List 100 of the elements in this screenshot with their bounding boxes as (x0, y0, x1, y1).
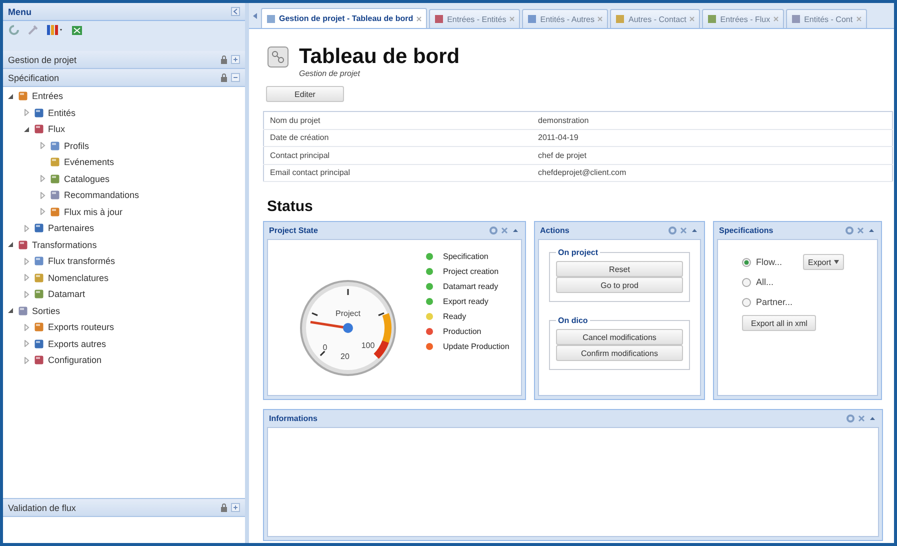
tab[interactable]: Entrées - Flux (702, 9, 784, 28)
collapsed-arrow-icon[interactable] (23, 340, 30, 348)
tree-item[interactable]: Flux mis à jour (64, 206, 123, 217)
close-icon[interactable] (500, 226, 509, 235)
portlet-title: Project State (269, 226, 318, 235)
field-label: Email contact principal (264, 164, 532, 182)
status-label: Project creation (443, 267, 499, 276)
node-icon (49, 206, 61, 218)
settings-icon[interactable] (668, 226, 677, 235)
radio-label: Flow... (756, 257, 782, 267)
tree-item[interactable]: Catalogues (64, 174, 110, 184)
expanded-arrow-icon[interactable] (7, 92, 14, 100)
radio-button[interactable] (742, 278, 751, 286)
expanded-arrow-icon[interactable] (7, 307, 14, 314)
collapsed-arrow-icon[interactable] (23, 324, 30, 331)
accordion-header[interactable]: Validation de flux (8, 502, 76, 512)
plus-icon[interactable] (231, 55, 240, 64)
collapsed-arrow-icon[interactable] (23, 258, 30, 265)
status-label: Update Production (443, 342, 510, 351)
export-dropdown[interactable]: Export (803, 254, 844, 270)
node-icon (33, 255, 45, 268)
tree-item[interactable]: Datamart (48, 289, 86, 300)
expanded-arrow-icon[interactable] (23, 126, 30, 133)
tree-item[interactable]: Entités (48, 108, 76, 118)
action-button[interactable]: Go to prod (556, 277, 683, 293)
lock-icon[interactable] (220, 73, 228, 82)
node-icon (17, 304, 29, 317)
tree-item[interactable]: Partenaires (48, 223, 94, 234)
close-icon[interactable] (679, 226, 688, 235)
collapsed-arrow-icon[interactable] (23, 224, 30, 232)
radio-button[interactable] (742, 258, 751, 266)
tab[interactable]: Autres - Contact (610, 9, 700, 28)
close-icon[interactable] (856, 226, 865, 235)
tab-close-icon[interactable] (416, 16, 422, 22)
dashboard-icon (267, 46, 289, 68)
edit-button[interactable]: Editer (266, 86, 344, 102)
settings-icon[interactable] (845, 226, 854, 235)
accordion-header[interactable]: Gestion de projet (8, 54, 77, 64)
lock-icon[interactable] (220, 503, 228, 512)
tree-item[interactable]: Exports routeurs (48, 322, 114, 332)
flag-icon[interactable] (46, 24, 64, 36)
tab[interactable]: Entrées - Entités (429, 9, 520, 28)
collapse-icon[interactable] (231, 7, 240, 16)
tab-close-icon[interactable] (856, 16, 862, 22)
status-label: Production (443, 327, 482, 336)
group-legend: On dico (556, 316, 590, 325)
settings-icon[interactable] (489, 226, 498, 235)
tab-close-icon[interactable] (773, 16, 780, 22)
tab[interactable]: Entités - Cont (786, 9, 867, 28)
tree-item[interactable]: Profils (64, 140, 90, 151)
node-icon (33, 123, 45, 136)
collapsed-arrow-icon[interactable] (23, 290, 30, 298)
tree-item[interactable]: Evénements (64, 157, 114, 168)
collapsed-arrow-icon[interactable] (23, 274, 30, 282)
gauge-reading: 20 (340, 352, 350, 361)
tab-close-icon[interactable] (689, 16, 696, 22)
tab-icon (615, 14, 626, 24)
action-button[interactable]: Reset (556, 261, 683, 277)
page-title: Tableau de bord (299, 45, 461, 69)
tree-item[interactable]: Entrées (32, 91, 64, 102)
accordion-header[interactable]: Spécification (8, 72, 60, 82)
collapsed-arrow-icon[interactable] (23, 356, 30, 364)
spreadsheet-icon[interactable] (71, 24, 83, 36)
action-button[interactable]: Cancel modifications (556, 329, 683, 345)
field-value: chefdeprojet@client.com (532, 164, 892, 182)
refresh-icon[interactable] (8, 24, 20, 36)
tab-icon (266, 14, 276, 24)
tree-item[interactable]: Exports autres (48, 338, 106, 349)
node-icon (17, 238, 29, 251)
field-value: 2011-04-19 (532, 129, 892, 146)
tree-item[interactable]: Flux (48, 124, 66, 134)
action-button[interactable]: Confirm modifications (556, 345, 683, 361)
collapsed-arrow-icon[interactable] (39, 142, 46, 150)
minus-icon[interactable] (231, 73, 240, 82)
tree-item[interactable]: Recommandations (64, 190, 140, 200)
settings-icon[interactable] (846, 414, 855, 423)
tree-item[interactable]: Configuration (48, 355, 102, 366)
field-value: chef de projet (532, 146, 892, 164)
lock-icon[interactable] (220, 55, 228, 64)
portlet-title: Informations (269, 414, 318, 423)
tab-close-icon[interactable] (597, 16, 604, 22)
plus-icon[interactable] (231, 503, 240, 512)
close-icon[interactable] (857, 414, 866, 423)
collapsed-arrow-icon[interactable] (39, 192, 46, 199)
collapsed-arrow-icon[interactable] (23, 109, 30, 116)
tab-close-icon[interactable] (509, 16, 516, 22)
tree-item[interactable]: Flux transformés (48, 256, 116, 266)
tree-item[interactable]: Nomenclatures (48, 272, 109, 283)
tab[interactable]: Gestion de projet - Tableau de bord (261, 8, 428, 28)
tab[interactable]: Entités - Autres (522, 9, 608, 28)
tools-icon[interactable] (27, 24, 39, 36)
tree-item[interactable]: Transformations (32, 240, 97, 250)
collapsed-arrow-icon[interactable] (39, 175, 46, 182)
export-all-button[interactable]: Export all in xml (742, 315, 816, 331)
collapsed-arrow-icon[interactable] (39, 208, 46, 216)
radio-button[interactable] (742, 298, 751, 306)
expanded-arrow-icon[interactable] (7, 241, 14, 248)
status-label: Datamart ready (443, 282, 498, 291)
group-legend: On project (556, 248, 600, 257)
tree-item[interactable]: Sorties (32, 306, 60, 316)
